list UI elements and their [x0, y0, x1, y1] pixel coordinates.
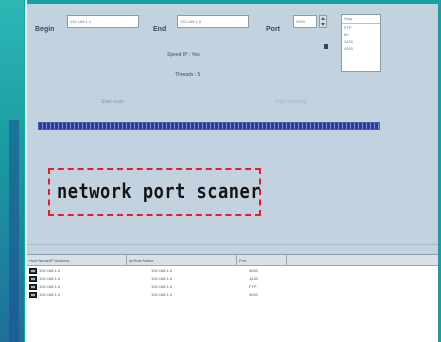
table-row[interactable]: 192.168.1.5 192.168.1.5 1433 — [27, 275, 441, 283]
decorative-edge — [0, 0, 24, 342]
ip-cell: 192.168.1.3 — [151, 292, 173, 297]
column-header-host[interactable]: Host Name/IP Address — [27, 255, 127, 265]
scanner-window: Begin 192.168.1.1 End 192.168.1.5 Port 4… — [25, 0, 441, 342]
scan-progress-bar — [38, 122, 380, 130]
window-top-border — [27, 0, 441, 4]
table-row[interactable]: 192.168.1.3 192.168.1.3 4000 — [27, 291, 441, 299]
start-scan-link[interactable]: Start scan — [101, 99, 124, 105]
table-row[interactable]: 192.168.1.4 192.168.1.4 4000 — [27, 267, 441, 275]
pin-icon — [324, 44, 328, 49]
stop-scan-link[interactable]: Stop scanning — [275, 99, 307, 105]
annotation-box: network port scaner — [48, 168, 261, 216]
speed-ip-status: Speed IP : Yes — [167, 52, 200, 58]
end-ip-input[interactable]: 192.168.1.5 — [177, 15, 249, 28]
ip-cell: 192.168.1.5 — [151, 284, 173, 289]
begin-ip-input[interactable]: 192.168.1.1 — [67, 15, 139, 28]
begin-label: Begin — [35, 26, 55, 33]
protocol-listbox[interactable]: Stop FTP 80 1433 4000 — [341, 14, 381, 72]
listbox-header[interactable]: Stop — [342, 15, 380, 24]
list-item[interactable]: 4000 — [342, 45, 380, 52]
list-item[interactable]: 1433 — [342, 38, 380, 45]
computer-icon — [29, 292, 37, 298]
column-header-ip[interactable]: Ip/Host Name — [127, 255, 237, 265]
column-header-port[interactable]: Port — [237, 255, 287, 265]
results-table[interactable]: Host Name/IP Address Ip/Host Name Port 1… — [27, 254, 441, 342]
end-label: End — [153, 26, 167, 33]
host-cell: 192.168.1.3 — [39, 292, 61, 297]
threads-status: Threads : 5 — [175, 72, 201, 78]
ip-cell: 192.168.1.4 — [151, 268, 173, 273]
ip-cell: 192.168.1.5 — [151, 276, 173, 281]
table-header: Host Name/IP Address Ip/Host Name Port — [27, 255, 441, 266]
port-input[interactable]: 4000 — [293, 15, 317, 28]
computer-icon — [29, 284, 37, 290]
list-item[interactable]: FTP — [342, 24, 380, 31]
port-label: Port — [266, 26, 280, 33]
table-row[interactable]: 192.168.1.5 192.168.1.5 FTP — [27, 283, 441, 291]
port-cell: FTP — [249, 284, 257, 289]
port-cell: 1433 — [249, 276, 258, 281]
divider — [27, 244, 441, 245]
host-cell: 192.168.1.5 — [39, 284, 61, 289]
port-cell: 4000 — [249, 292, 258, 297]
title-annotation: network port scaner — [57, 180, 261, 204]
port-cell: 4000 — [249, 268, 258, 273]
computer-icon — [29, 276, 37, 282]
host-cell: 192.168.1.5 — [39, 276, 61, 281]
computer-icon — [29, 268, 37, 274]
host-cell: 192.168.1.4 — [39, 268, 61, 273]
port-spinner[interactable] — [319, 15, 327, 28]
list-item[interactable]: 80 — [342, 31, 380, 38]
